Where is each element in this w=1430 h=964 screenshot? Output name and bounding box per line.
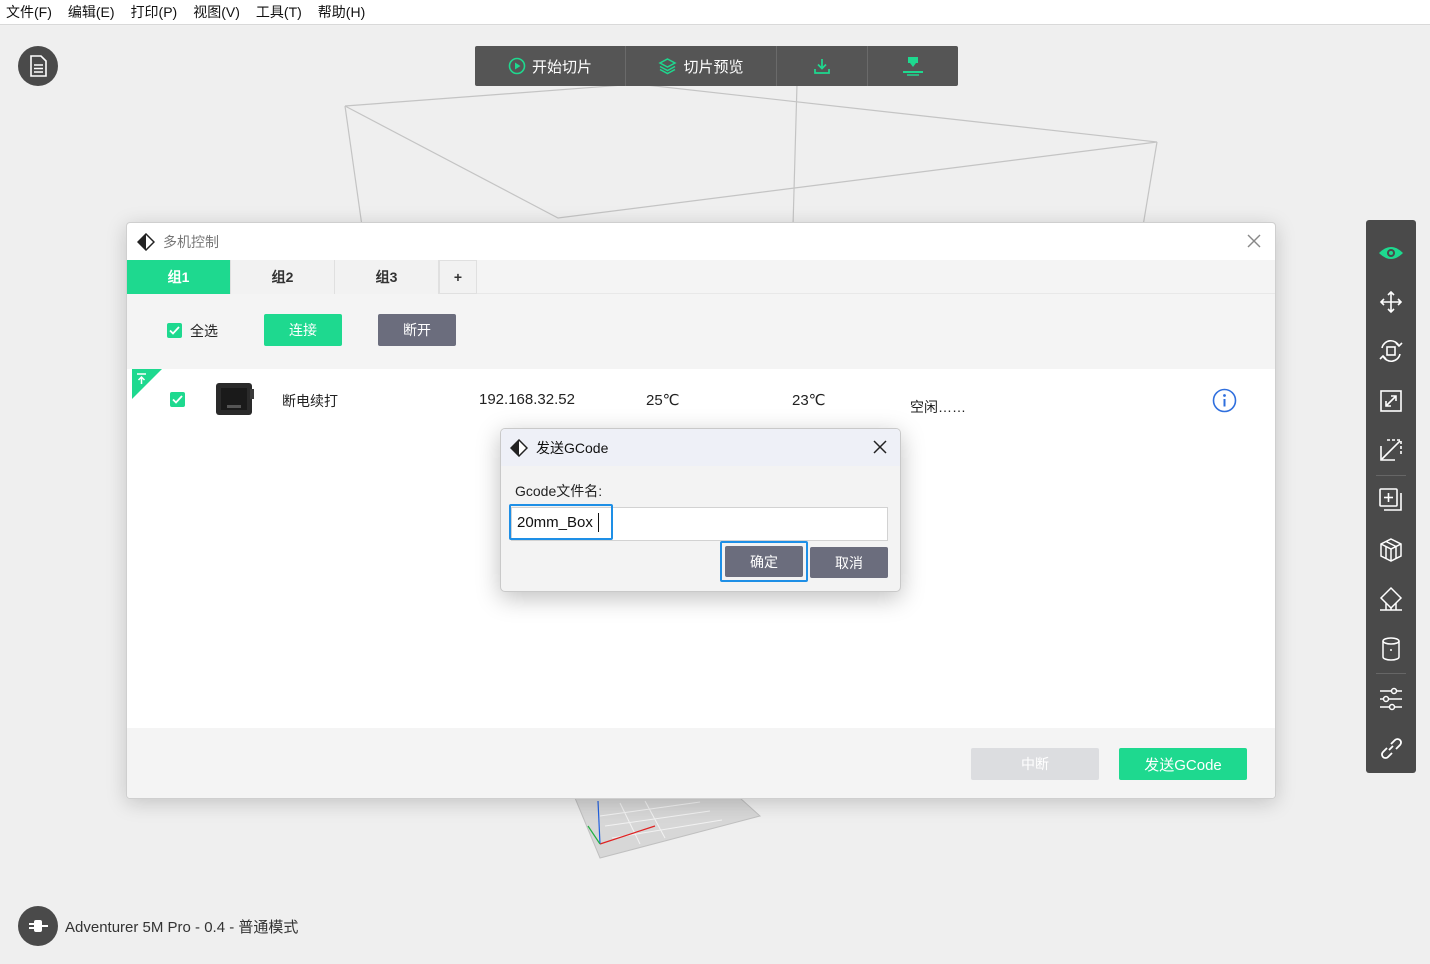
current-printer-label: Adventurer 5M Pro - 0.4 - 普通模式 [65,919,299,936]
dialog-footer: 中断 发送GCode [127,728,1275,798]
app-logo-icon [510,438,528,457]
check-icon [169,326,180,335]
sliders-icon [1380,687,1402,711]
view-tool-button[interactable] [1366,228,1416,277]
bed-temperature: 23℃ [792,392,826,409]
menu-file[interactable]: 文件(F) [6,0,52,25]
printer-connect-button[interactable] [18,906,58,946]
settings-sliders-button[interactable] [1366,674,1416,723]
send-gcode-button[interactable]: 发送GCode [1119,748,1247,780]
arrange-models-button[interactable] [1366,525,1416,574]
send-gcode-dialog: 发送GCode Gcode文件名: 20mm_Box 确定 取消 [500,428,901,592]
printer-status: 空闲…… [910,399,966,415]
tab-group-2[interactable]: 组2 [231,260,335,294]
slice-toolbar: 开始切片 切片预览 [475,46,958,86]
close-icon[interactable] [872,439,888,455]
abort-button[interactable]: 中断 [971,748,1099,780]
check-icon [172,395,183,404]
nozzle-temperature: 25℃ [646,392,680,409]
dialog-titlebar: 多机控制 [127,223,1275,260]
rotate-icon [1379,340,1403,363]
right-tool-sidebar [1366,220,1416,773]
printer-name: 断电续打 [282,393,338,409]
menu-help[interactable]: 帮助(H) [318,0,365,25]
menu-print[interactable]: 打印(P) [131,0,178,25]
add-copy-icon [1379,488,1402,512]
add-model-button[interactable] [1366,476,1416,525]
build-plate [574,797,762,859]
slice-preview-button[interactable]: 切片预览 [626,46,777,86]
tab-group-3[interactable]: 组3 [335,260,439,294]
menu-edit[interactable]: 编辑(E) [68,0,115,25]
text-caret [598,513,599,532]
menu-view[interactable]: 视图(V) [193,0,240,25]
cylinder-icon [1382,636,1400,661]
select-all-label: 全选 [190,323,218,339]
ok-button[interactable]: 确定 [725,546,803,577]
scale-icon [1380,389,1402,412]
scale-tool-button[interactable] [1366,376,1416,425]
cancel-button[interactable]: 取消 [810,547,888,578]
tab-group-1[interactable]: 组1 [127,260,231,294]
support-tool-button[interactable] [1366,575,1416,624]
support-icon [1379,587,1403,611]
select-all-checkbox[interactable] [167,323,182,338]
plug-icon [29,920,48,932]
cut-tool-button[interactable] [1366,425,1416,474]
menu-bar: 文件(F) 编辑(E) 打印(P) 视图(V) 工具(T) 帮助(H) [0,0,1430,25]
send-print-button[interactable] [868,46,958,86]
printer-ip: 192.168.32.52 [479,391,575,408]
gcode-filename-label: Gcode文件名: [515,483,603,499]
row-checkbox[interactable] [170,392,185,407]
send-dialog-title: 发送GCode [536,439,609,456]
add-group-tab[interactable]: + [439,260,477,294]
slice-preview-label: 切片预览 [683,58,744,76]
tabs-filler [477,260,1275,294]
material-tool-button[interactable] [1366,624,1416,673]
cut-plane-icon [1380,439,1402,461]
start-slice-button[interactable]: 开始切片 [475,46,626,86]
layers-icon [658,58,678,75]
eye-icon [1379,246,1403,259]
app-logo-icon [137,232,155,251]
rotate-tool-button[interactable] [1366,327,1416,376]
start-slice-label: 开始切片 [531,58,592,76]
cubes-icon [1380,537,1402,562]
menu-tools[interactable]: 工具(T) [256,0,302,25]
info-icon[interactable] [1212,388,1237,413]
pin-top-corner-icon[interactable] [132,369,164,401]
export-button[interactable] [777,46,868,86]
link-icon [1381,738,1402,760]
group-tabs: 组1 组2 组3 + [127,260,1275,294]
file-list-button[interactable] [18,46,58,86]
document-icon [30,55,47,77]
download-icon [814,59,830,74]
control-row: 全选 连接 断开 [127,294,1275,369]
dialog-title: 多机控制 [163,233,219,250]
move-arrows-icon [1379,290,1403,314]
move-tool-button[interactable] [1366,277,1416,326]
play-circle-icon [508,57,526,75]
disconnect-button[interactable]: 断开 [378,314,456,346]
connect-button[interactable]: 连接 [264,314,342,346]
link-button[interactable] [1366,724,1416,773]
close-icon[interactable] [1245,232,1263,250]
gcode-filename-value: 20mm_Box [517,514,593,531]
send-dialog-titlebar: 发送GCode [501,429,900,466]
printer-thumbnail-icon [216,383,254,415]
nozzle-print-icon [903,57,923,76]
